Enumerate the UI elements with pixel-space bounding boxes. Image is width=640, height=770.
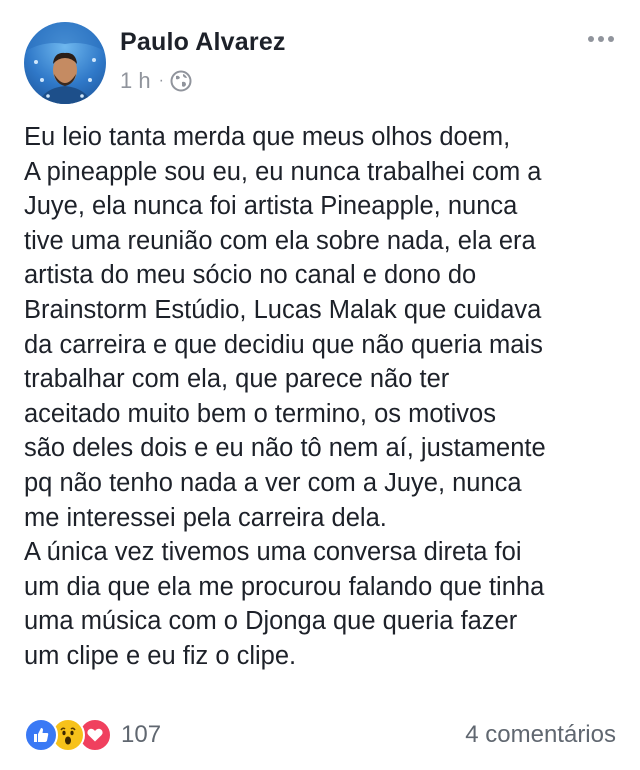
post-body-line: Brainstorm Estúdio, Lucas Malak que cuid… (24, 295, 542, 324)
post-body-line: trabalhar com ela, que parece não ter (24, 365, 450, 394)
post-body-line: um dia que ela me procurou falando que t… (24, 572, 545, 601)
post-body-line: A pineapple sou eu, eu nunca trabalhei c… (24, 157, 542, 186)
post-body-line: são deles dois e eu não tô nem aí, justa… (24, 434, 546, 463)
dot-icon (598, 36, 604, 42)
post-time[interactable]: 1 h (120, 68, 151, 94)
post-body-line: aceitado muito bem o termino, os motivos (24, 399, 496, 428)
post-body-line: da carreira e que decidiu que não queria… (24, 330, 543, 359)
post-body-line: A única vez tivemos uma conversa direta … (24, 538, 522, 567)
post-body-line: uma música com o Djonga que queria fazer (24, 607, 518, 636)
dot-icon (608, 36, 614, 42)
post-body-line: Eu leio tanta merda que meus olhos doem, (24, 123, 511, 151)
post-body: Eu leio tanta merda que meus olhos doem,… (24, 120, 624, 674)
post-body-line: artista do meu sócio no canal e dono do (24, 261, 477, 290)
post-body-line: me interessei pela carreira dela. (24, 503, 387, 532)
like-icon (24, 718, 58, 752)
reactions-summary[interactable]: 107 (24, 718, 161, 752)
facebook-post: Paulo Alvarez 1 h · Eu leio tanta merda … (0, 0, 640, 770)
author-name[interactable]: Paulo Alvarez (120, 28, 286, 57)
comments-link[interactable]: 4 comentários (465, 721, 616, 749)
post-footer: 107 4 comentários (24, 713, 616, 757)
more-options-icon[interactable] (588, 36, 614, 42)
post-meta: 1 h · (120, 68, 192, 94)
reaction-count[interactable]: 107 (121, 721, 161, 749)
post-body-line: pq não tenho nada a ver com a Juye, nunc… (24, 468, 522, 497)
post-body-line: um clipe e eu fiz o clipe. (24, 641, 297, 670)
post-body-line: tive uma reunião com ela sobre nada, ela… (24, 226, 536, 255)
meta-separator: · (158, 72, 164, 89)
dot-icon (588, 36, 594, 42)
avatar[interactable] (24, 22, 106, 104)
post-body-line: Juye, ela nunca foi artista Pineapple, n… (24, 192, 518, 221)
globe-icon[interactable] (170, 70, 192, 92)
